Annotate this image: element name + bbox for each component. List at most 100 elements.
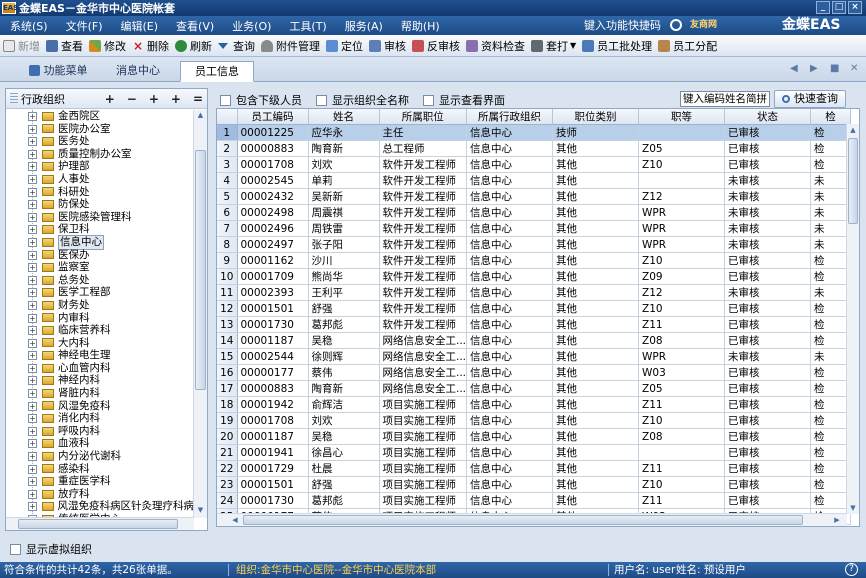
data-check-button[interactable]: 资料检查 [463, 36, 528, 56]
table-cell[interactable]: 00002393 [237, 284, 309, 301]
table-cell[interactable]: 周震祺 [308, 204, 380, 221]
table-cell[interactable]: 软件开发工程师 [379, 316, 468, 333]
table-cell[interactable]: 项目实施工程师 [379, 492, 468, 509]
expand-node-icon[interactable]: + [28, 212, 37, 222]
table-cell[interactable]: 检 [810, 476, 852, 493]
table-cell[interactable]: 未审核 [724, 204, 812, 221]
table-cell[interactable]: 信息中心 [466, 348, 554, 365]
table-cell[interactable]: 已审核 [724, 492, 812, 509]
table-cell[interactable]: 未审核 [724, 220, 812, 237]
table-cell[interactable]: 其他 [552, 476, 640, 493]
table-cell[interactable]: 其他 [552, 412, 640, 429]
table-cell[interactable]: 项目实施工程师 [379, 412, 468, 429]
table-row[interactable]: 14 00001187 吴稳 网络信息安全工... 信息中心 其他 Z08 已审核检 [217, 332, 852, 349]
new-button[interactable]: 新增 [0, 36, 43, 56]
expand-node-icon[interactable]: + [28, 452, 37, 462]
expand-node-icon[interactable]: + [28, 502, 37, 512]
org-tree-node[interactable]: + 重症医学科 [6, 475, 194, 488]
table-row[interactable]: 19 00001708 刘欢 项目实施工程师 信息中心 其他 Z10 已审核检 [217, 412, 852, 429]
expand-all-icon[interactable]: + [149, 92, 159, 106]
table-cell[interactable]: 信息中心 [466, 252, 554, 269]
table-cell[interactable]: 信息中心 [466, 396, 554, 413]
table-cell[interactable]: Z11 [638, 316, 726, 333]
quick-code-input[interactable]: 键入功能快捷码 [580, 18, 680, 33]
expand-node-icon[interactable]: + [28, 162, 37, 172]
table-cell[interactable]: 未 [810, 172, 852, 189]
table-cell[interactable]: 已审核 [724, 268, 812, 285]
table-cell[interactable]: 信息中心 [466, 492, 554, 509]
table-cell[interactable]: 其他 [552, 444, 640, 461]
batch-button[interactable]: 员工批处理 [579, 36, 655, 56]
table-cell[interactable]: 项目实施工程师 [379, 460, 468, 477]
table-cell[interactable]: 软件开发工程师 [379, 188, 468, 205]
table-cell[interactable]: 00002432 [237, 188, 309, 205]
table-cell[interactable]: 其他 [552, 140, 640, 157]
table-cell[interactable]: 已审核 [724, 140, 812, 157]
table-cell[interactable]: 吴稳 [308, 332, 380, 349]
expand-node-icon[interactable]: + [28, 426, 37, 436]
table-cell[interactable]: 俞辉洁 [308, 396, 380, 413]
column-header[interactable]: 姓名 [308, 109, 380, 125]
expand-node-icon[interactable]: + [28, 250, 37, 260]
org-tree-node[interactable]: + 医务处 [6, 135, 194, 148]
table-cell[interactable]: 其他 [552, 188, 640, 205]
table-cell[interactable]: Z05 [638, 140, 726, 157]
close-button[interactable]: × [848, 1, 862, 14]
table-cell[interactable]: Z08 [638, 428, 726, 445]
table-cell[interactable]: 信息中心 [466, 412, 554, 429]
org-tree-node[interactable]: + 风湿免疫科 [6, 400, 194, 413]
table-cell[interactable]: Z11 [638, 460, 726, 477]
table-cell[interactable]: 已审核 [724, 300, 812, 317]
table-row[interactable]: 5 00002432 吴新新 软件开发工程师 信息中心 其他 Z12 未审核未 [217, 188, 852, 205]
org-tree-node[interactable]: + 质量控制办公室 [6, 148, 194, 161]
table-cell[interactable]: 信息中心 [466, 236, 554, 253]
table-cell[interactable]: WPR [638, 236, 726, 253]
table-cell[interactable]: 其他 [552, 172, 640, 189]
tree-vertical-scrollbar[interactable]: ▲ ▼ [193, 110, 207, 518]
org-tree-node[interactable]: + 监察室 [6, 261, 194, 274]
table-cell[interactable]: 信息中心 [466, 124, 554, 141]
table-cell[interactable]: 信息中心 [466, 172, 554, 189]
table-cell[interactable]: 技师 [552, 124, 640, 141]
table-cell[interactable]: 未 [810, 188, 852, 205]
row-number[interactable]: 4 [217, 172, 238, 189]
table-cell[interactable]: 蔡伟 [308, 364, 380, 381]
row-number[interactable]: 20 [217, 428, 238, 445]
table-cell[interactable]: 信息中心 [466, 316, 554, 333]
grid-vertical-scrollbar[interactable]: ▲ ▼ [846, 124, 859, 514]
table-cell[interactable]: 单莉 [308, 172, 380, 189]
tab-employee-info[interactable]: 员工信息 [180, 61, 254, 82]
org-tree-node[interactable]: + 医保办 [6, 249, 194, 262]
table-row[interactable]: 23 00001501 舒强 项目实施工程师 信息中心 其他 Z10 已审核检 [217, 476, 852, 493]
org-tree-node[interactable]: + 临床营养科 [6, 324, 194, 337]
table-cell[interactable]: 00000883 [237, 380, 309, 397]
table-cell[interactable]: 沙川 [308, 252, 380, 269]
menu-help[interactable]: 帮助(H) [391, 18, 448, 34]
include-sub-option[interactable]: 包含下级人员 [220, 92, 302, 108]
scroll-left-icon[interactable]: ◀ [229, 514, 241, 526]
row-number[interactable]: 13 [217, 316, 238, 333]
org-tree-node[interactable]: + 金西院区 [6, 110, 194, 123]
code-search-input[interactable]: 键入编码姓名简拼 [680, 91, 770, 107]
table-cell[interactable]: 其他 [552, 220, 640, 237]
expand-node-icon[interactable]: + [28, 112, 37, 121]
show-full-name-checkbox[interactable] [316, 94, 327, 106]
row-number[interactable]: 23 [217, 476, 238, 493]
assign-button[interactable]: 员工分配 [655, 36, 720, 56]
table-cell[interactable]: 00001162 [237, 252, 309, 269]
table-cell[interactable]: 检 [810, 252, 852, 269]
menu-system[interactable]: 系统(S) [0, 18, 56, 34]
table-cell[interactable]: 信息中心 [466, 444, 554, 461]
expand-node-icon[interactable]: + [28, 326, 37, 336]
menu-edit[interactable]: 编辑(E) [111, 18, 167, 34]
scroll-thumb[interactable] [18, 519, 178, 529]
table-cell[interactable]: 00001730 [237, 492, 309, 509]
table-row[interactable]: 9 00001162 沙川 软件开发工程师 信息中心 其他 Z10 已审核检 [217, 252, 852, 269]
table-cell[interactable]: 其他 [552, 332, 640, 349]
locate-button[interactable]: 定位 [323, 36, 366, 56]
table-cell[interactable]: 信息中心 [466, 428, 554, 445]
tab-next-icon[interactable]: ▶ [810, 63, 818, 74]
table-cell[interactable]: 信息中心 [466, 300, 554, 317]
table-cell[interactable]: 舒强 [308, 300, 380, 317]
expand-node-icon[interactable]: + [28, 124, 37, 134]
